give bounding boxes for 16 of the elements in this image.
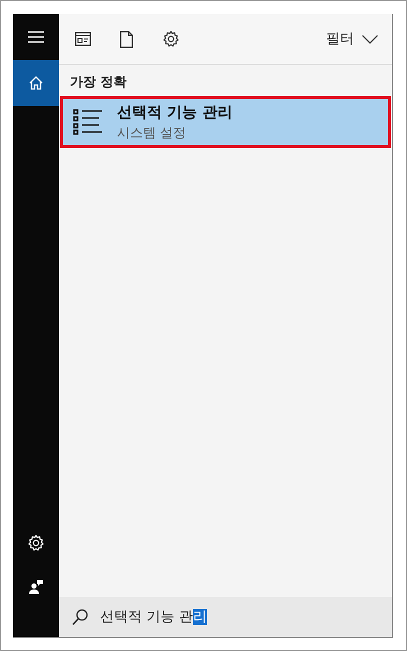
list-icon <box>73 109 103 135</box>
search-icon <box>72 608 88 626</box>
section-heading: 가장 정확 <box>69 74 128 92</box>
filter-dropdown[interactable]: 필터 <box>326 30 378 48</box>
home-tab[interactable] <box>13 60 59 106</box>
result-title: 선택적 기능 관리 <box>117 102 232 122</box>
person-icon[interactable] <box>28 579 44 595</box>
window-icon[interactable] <box>75 32 91 46</box>
menu-icon[interactable] <box>28 31 44 43</box>
document-icon[interactable] <box>120 30 133 48</box>
result-subtitle: 시스템 설정 <box>117 124 188 142</box>
search-field[interactable]: 선택적 기능 관리 <box>59 597 392 637</box>
home-icon[interactable] <box>28 75 44 91</box>
search-result[interactable]: 선택적 기능 관리 시스템 설정 <box>60 96 391 148</box>
chevron-icon <box>362 34 378 44</box>
settings-icon[interactable] <box>162 30 180 48</box>
